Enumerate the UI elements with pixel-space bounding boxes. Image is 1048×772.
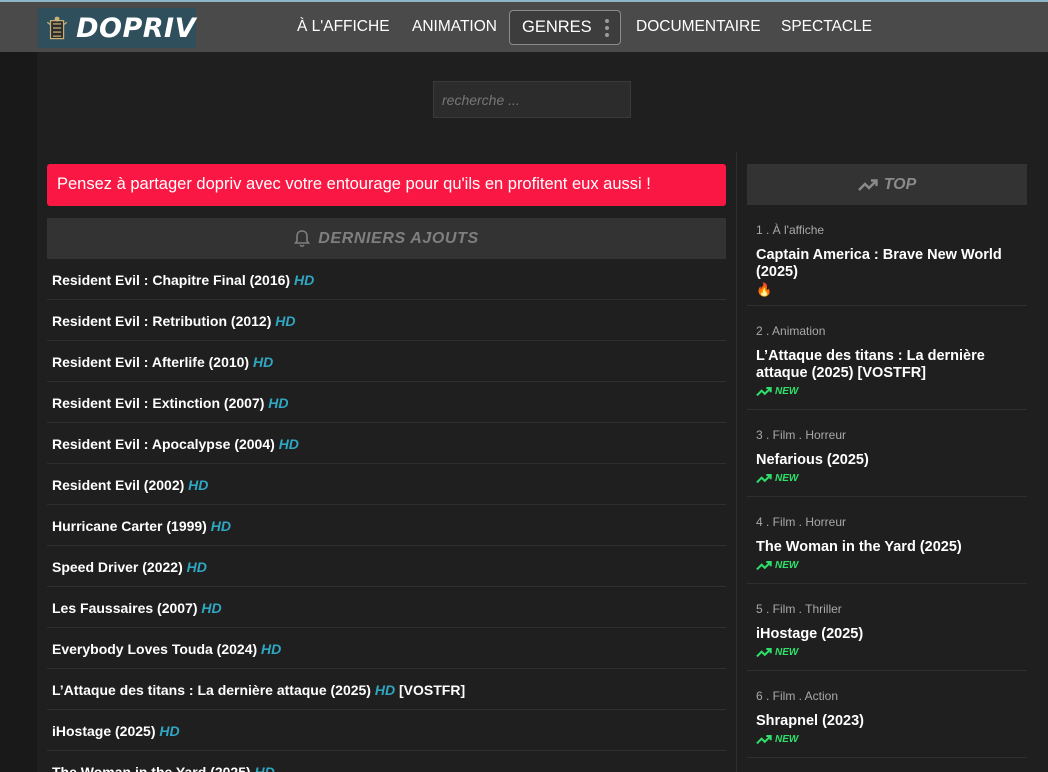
top-list: 1 . À l'affiche Captain America : Brave … — [747, 205, 1027, 758]
top-item-title: Nefarious (2025) — [756, 452, 869, 468]
top-item-category: 6 . Film . Action — [756, 689, 839, 703]
top-item[interactable]: 1 . À l'affiche Captain America : Brave … — [747, 205, 1027, 306]
top-item-category: 1 . À l'affiche — [756, 223, 825, 237]
new-badge-label: NEW — [775, 734, 799, 745]
new-badge-label: NEW — [775, 647, 799, 658]
item-title: Resident Evil : Retribution (2012) — [52, 313, 272, 329]
top-item-title: L’Attaque des titans : La dernière attaq… — [756, 348, 985, 381]
item-title: Resident Evil : Chapitre Final (2016) — [52, 272, 291, 288]
top-item-title: The Woman in the Yard (2025) — [756, 539, 962, 555]
list-item[interactable]: Resident Evil : Chapitre Final (2016) HD — [47, 259, 726, 300]
bell-icon — [294, 230, 311, 248]
top-item-category: 4 . Film . Horreur — [756, 515, 847, 529]
latest-heading: DERNIERS AJOUTS — [318, 229, 479, 247]
list-item[interactable]: The Woman in the Yard (2025) HD — [47, 751, 726, 772]
nav-item-documentaire[interactable]: DOCUMENTAIRE — [636, 18, 761, 36]
hd-badge: HD — [268, 395, 289, 411]
new-badge-label: NEW — [775, 560, 799, 571]
top-item[interactable]: 6 . Film . Action Shrapnel (2023) NEW — [747, 671, 1027, 758]
hd-badge: HD — [159, 723, 180, 739]
top-item[interactable]: 5 . Film . Thriller iHostage (2025) NEW — [747, 584, 1027, 671]
share-alert: Pensez à partager dopriv avec votre ento… — [47, 164, 726, 206]
top-item-category: 2 . Animation — [756, 324, 826, 338]
hd-badge: HD — [201, 600, 222, 616]
top-item-category: 3 . Film . Horreur — [756, 428, 847, 442]
site-logo[interactable]: DOPRIV — [38, 8, 196, 48]
trending-up-icon — [857, 178, 878, 191]
trending-up-icon — [756, 647, 772, 658]
column-divider — [736, 152, 737, 772]
top-item-title: Captain America : Brave New World (2025) — [756, 247, 1002, 280]
hd-badge: HD — [254, 764, 275, 772]
top-item[interactable]: 2 . Animation L’Attaque des titans : La … — [747, 306, 1027, 410]
nav-item-a-l-affiche[interactable]: À L'AFFICHE — [297, 18, 390, 36]
trending-up-icon — [756, 473, 772, 484]
hd-badge: HD — [261, 641, 282, 657]
top-item[interactable]: 4 . Film . Horreur The Woman in the Yard… — [747, 497, 1027, 584]
item-title: Resident Evil : Afterlife (2010) — [52, 354, 250, 370]
latest-header: DERNIERS AJOUTS — [47, 218, 726, 259]
brand-name: DOPRIV — [76, 12, 196, 44]
list-item[interactable]: Resident Evil : Extinction (2007) HD — [47, 382, 726, 423]
hd-badge: HD — [210, 518, 231, 534]
hd-badge: HD — [278, 436, 299, 452]
top-item[interactable]: 3 . Film . Horreur Nefarious (2025) NEW — [747, 410, 1027, 497]
hd-badge: HD — [188, 477, 209, 493]
list-item[interactable]: Everybody Loves Touda (2024) HD — [47, 628, 726, 669]
latest-list: Resident Evil : Chapitre Final (2016) HD… — [47, 259, 726, 772]
new-badge-label: NEW — [775, 473, 799, 484]
fire-icon: 🔥 — [756, 282, 773, 297]
hd-badge: HD — [186, 559, 207, 575]
list-item[interactable]: Les Faussaires (2007) HD — [47, 587, 726, 628]
list-item[interactable]: Resident Evil : Apocalypse (2004) HD — [47, 423, 726, 464]
item-title: Resident Evil : Apocalypse (2004) — [52, 436, 275, 452]
top-navbar: DOPRIV À L'AFFICHE ANIMATION GENRES DOCU… — [0, 0, 1048, 52]
top-header: TOP — [747, 164, 1027, 205]
new-badge: NEW — [756, 734, 1027, 745]
nav-item-genres-label: GENRES — [522, 18, 592, 36]
item-title: Everybody Loves Touda (2024) — [52, 641, 258, 657]
hd-badge: HD — [252, 354, 274, 370]
nav-item-genres[interactable]: GENRES — [509, 10, 621, 45]
item-title: iHostage (2025) — [52, 723, 156, 739]
new-badge: NEW — [756, 386, 1027, 397]
search-input[interactable] — [433, 81, 631, 118]
new-badge-label: NEW — [775, 386, 799, 397]
hd-badge: HD — [275, 313, 296, 329]
trending-up-icon — [756, 734, 772, 745]
language-tag: [VOSTFR] — [399, 682, 466, 698]
nav-item-spectacle[interactable]: SPECTACLE — [781, 18, 872, 36]
item-title: The Woman in the Yard (2025) — [52, 764, 251, 772]
top-heading: TOP — [883, 175, 917, 193]
top-item-title: iHostage (2025) — [756, 626, 864, 642]
list-item[interactable]: Resident Evil : Afterlife (2010) HD — [47, 341, 726, 382]
trending-up-icon — [756, 560, 772, 571]
new-badge: NEW — [756, 473, 1027, 484]
list-item[interactable]: iHostage (2025) HD — [47, 710, 726, 751]
item-title: Speed Driver (2022) — [52, 559, 183, 575]
trending-up-icon — [756, 386, 772, 397]
more-vertical-icon — [605, 19, 609, 37]
item-title: Resident Evil (2002) — [52, 477, 185, 493]
item-title: Les Faussaires (2007) — [52, 600, 198, 616]
nav-item-animation[interactable]: ANIMATION — [412, 18, 497, 36]
new-badge: NEW — [756, 647, 1027, 658]
list-item[interactable]: Resident Evil (2002) HD — [47, 464, 726, 505]
list-item[interactable]: Resident Evil : Retribution (2012) HD — [47, 300, 726, 341]
item-title: Hurricane Carter (1999) — [52, 518, 207, 534]
item-title: L’Attaque des titans : La dernière attaq… — [52, 682, 371, 698]
new-badge: NEW — [756, 560, 1027, 571]
film-tower-icon — [46, 16, 68, 40]
list-item[interactable]: L’Attaque des titans : La dernière attaq… — [47, 669, 726, 710]
hd-badge: HD — [293, 272, 315, 288]
list-item[interactable]: Speed Driver (2022) HD — [47, 546, 726, 587]
item-title: Resident Evil : Extinction (2007) — [52, 395, 265, 411]
hd-badge: HD — [374, 682, 396, 698]
top-item-title: Shrapnel (2023) — [756, 713, 864, 729]
list-item[interactable]: Hurricane Carter (1999) HD — [47, 505, 726, 546]
top-item-category: 5 . Film . Thriller — [756, 602, 842, 616]
